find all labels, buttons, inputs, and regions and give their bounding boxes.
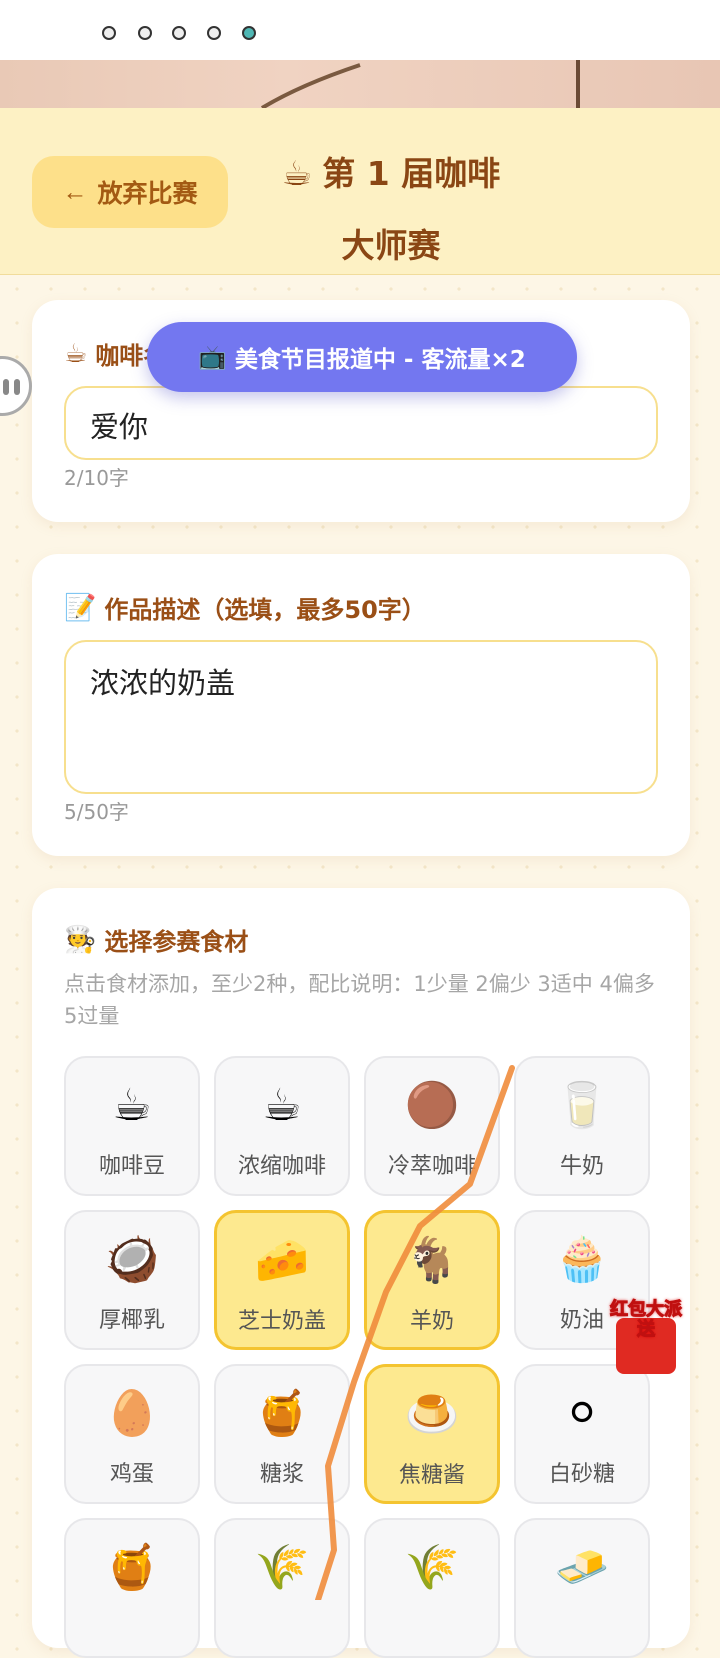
ingredient-tile[interactable]: 🥥 厚椰乳 bbox=[64, 1210, 200, 1350]
red-packet-label: 红包大派送 bbox=[610, 1299, 683, 1340]
ingredient-label: 浓缩咖啡 bbox=[237, 1154, 326, 1179]
ingredient-label: 咖啡豆 bbox=[98, 1154, 165, 1179]
ingredient-card: 🧑‍🍳 选择参赛食材 点击食材添加，至少2种，配比说明：1少量 2偏少 3适中 … bbox=[32, 888, 690, 1658]
ingredient-tile[interactable]: 🍯 bbox=[64, 1518, 200, 1658]
ingredient-icon: 🥛 bbox=[554, 1080, 610, 1131]
ingredient-tile[interactable]: 🌾 bbox=[214, 1518, 350, 1658]
ingredient-icon: 🍮 bbox=[404, 1389, 460, 1440]
notification-icon bbox=[138, 26, 152, 40]
name-char-counter: 2/10字 bbox=[64, 466, 129, 490]
ingredient-icon: ☕ bbox=[262, 1080, 302, 1131]
ingredient-tile[interactable]: ☕ 浓缩咖啡 bbox=[214, 1056, 350, 1196]
ingredient-label: 厚椰乳 bbox=[98, 1308, 165, 1333]
ingredient-icon: 🍯 bbox=[104, 1542, 160, 1593]
description-label: 📝 作品描述（选填，最多50字） bbox=[64, 592, 426, 625]
ingredient-label: 焦糖酱 bbox=[398, 1463, 465, 1488]
pause-float-button[interactable] bbox=[0, 356, 32, 416]
ingredient-tile[interactable]: 🥚 鸡蛋 bbox=[64, 1364, 200, 1504]
ingredient-icon: 🧁 bbox=[554, 1234, 610, 1285]
memo-icon: 📝 bbox=[64, 592, 97, 623]
event-toast: 📺 美食节目报道中 - 客流量×2 bbox=[147, 322, 577, 392]
ingredient-tile[interactable]: 🟤 冷萃咖啡 bbox=[364, 1056, 500, 1196]
ingredient-label: 芝士奶盖 bbox=[237, 1309, 326, 1334]
ingredient-icon: ☕ bbox=[112, 1080, 152, 1131]
ingredient-tile[interactable]: 🧀 芝士奶盖 bbox=[214, 1210, 350, 1350]
ingredient-icon: 🧀 bbox=[254, 1235, 310, 1286]
ingredient-label: 冷萃咖啡 bbox=[387, 1154, 476, 1179]
ingredient-icon: 🥥 bbox=[104, 1234, 160, 1285]
ingredient-icon: ⚪ bbox=[563, 1388, 601, 1439]
title-line-1: 第 1 届咖啡 bbox=[322, 154, 501, 193]
description-textarea[interactable]: 浓浓的奶盖 bbox=[64, 640, 658, 794]
abandon-match-button[interactable]: ← 放弃比赛 bbox=[32, 156, 228, 228]
notification-icon bbox=[207, 26, 221, 40]
ingredient-hint: 点击食材添加，至少2种，配比说明：1少量 2偏少 3适中 4偏多 5过量 bbox=[64, 972, 655, 1028]
arrow-left-icon: ← bbox=[62, 177, 88, 206]
description-card: 📝 作品描述（选填，最多50字） 浓浓的奶盖 5/50字 bbox=[32, 554, 690, 856]
ingredient-tile[interactable]: 🍮 焦糖酱 bbox=[364, 1364, 500, 1504]
ingredient-icon: 🐐 bbox=[404, 1235, 460, 1286]
ingredient-icon: 🌾 bbox=[404, 1542, 460, 1593]
title-line-2: 大师赛 bbox=[341, 226, 441, 265]
chef-icon: 🧑‍🍳 bbox=[64, 924, 97, 955]
ingredient-label: 白砂糖 bbox=[548, 1462, 615, 1487]
ingredient-tile[interactable]: ☕ 咖啡豆 bbox=[64, 1056, 200, 1196]
ingredient-icon: 🌾 bbox=[254, 1542, 310, 1593]
television-icon: 📺 bbox=[198, 344, 227, 371]
ingredient-icon: 🥚 bbox=[104, 1388, 160, 1439]
coffee-name-input[interactable]: 爱你 bbox=[64, 386, 658, 460]
header-background-image bbox=[0, 60, 720, 108]
coffee-icon: ☕ bbox=[281, 154, 313, 194]
coffee-icon: ☕ bbox=[64, 338, 88, 369]
toast-text: 美食节目报道中 - 客流量×2 bbox=[234, 347, 526, 373]
pause-icon bbox=[3, 379, 9, 395]
ingredient-tile[interactable]: 🐐 羊奶 bbox=[364, 1210, 500, 1350]
banner-decoration bbox=[260, 60, 580, 108]
ingredient-tile[interactable]: 🥛 牛奶 bbox=[514, 1056, 650, 1196]
ingredient-icon: 🧈 bbox=[554, 1542, 610, 1593]
ingredient-tile[interactable]: 🌾 bbox=[364, 1518, 500, 1658]
ingredient-label: 牛奶 bbox=[559, 1154, 604, 1179]
status-bar bbox=[0, 0, 720, 60]
ingredient-label: 🧑‍🍳 选择参赛食材 bbox=[64, 924, 249, 957]
ingredient-tile[interactable]: 🍯 糖浆 bbox=[214, 1364, 350, 1504]
description-char-counter: 5/50字 bbox=[64, 800, 129, 824]
ingredient-label: 糖浆 bbox=[259, 1462, 304, 1487]
ingredient-icon: 🟤 bbox=[404, 1080, 460, 1131]
notification-icon bbox=[242, 26, 256, 40]
ingredient-tile[interactable]: ⚪ 白砂糖 bbox=[514, 1364, 650, 1504]
ingredient-label: 羊奶 bbox=[409, 1309, 454, 1334]
ingredient-tile[interactable]: 🧈 bbox=[514, 1518, 650, 1658]
notification-icon bbox=[172, 26, 186, 40]
pause-icon bbox=[14, 379, 20, 395]
ingredient-icon: 🍯 bbox=[254, 1388, 310, 1439]
red-packet-float[interactable]: 红包大派送 bbox=[608, 1299, 684, 1376]
notification-icon bbox=[102, 26, 116, 40]
page-title: ☕ 第 1 届咖啡 大师赛 bbox=[256, 138, 526, 282]
abandon-match-label: 放弃比赛 bbox=[97, 180, 198, 208]
ingredient-label: 鸡蛋 bbox=[109, 1462, 154, 1487]
